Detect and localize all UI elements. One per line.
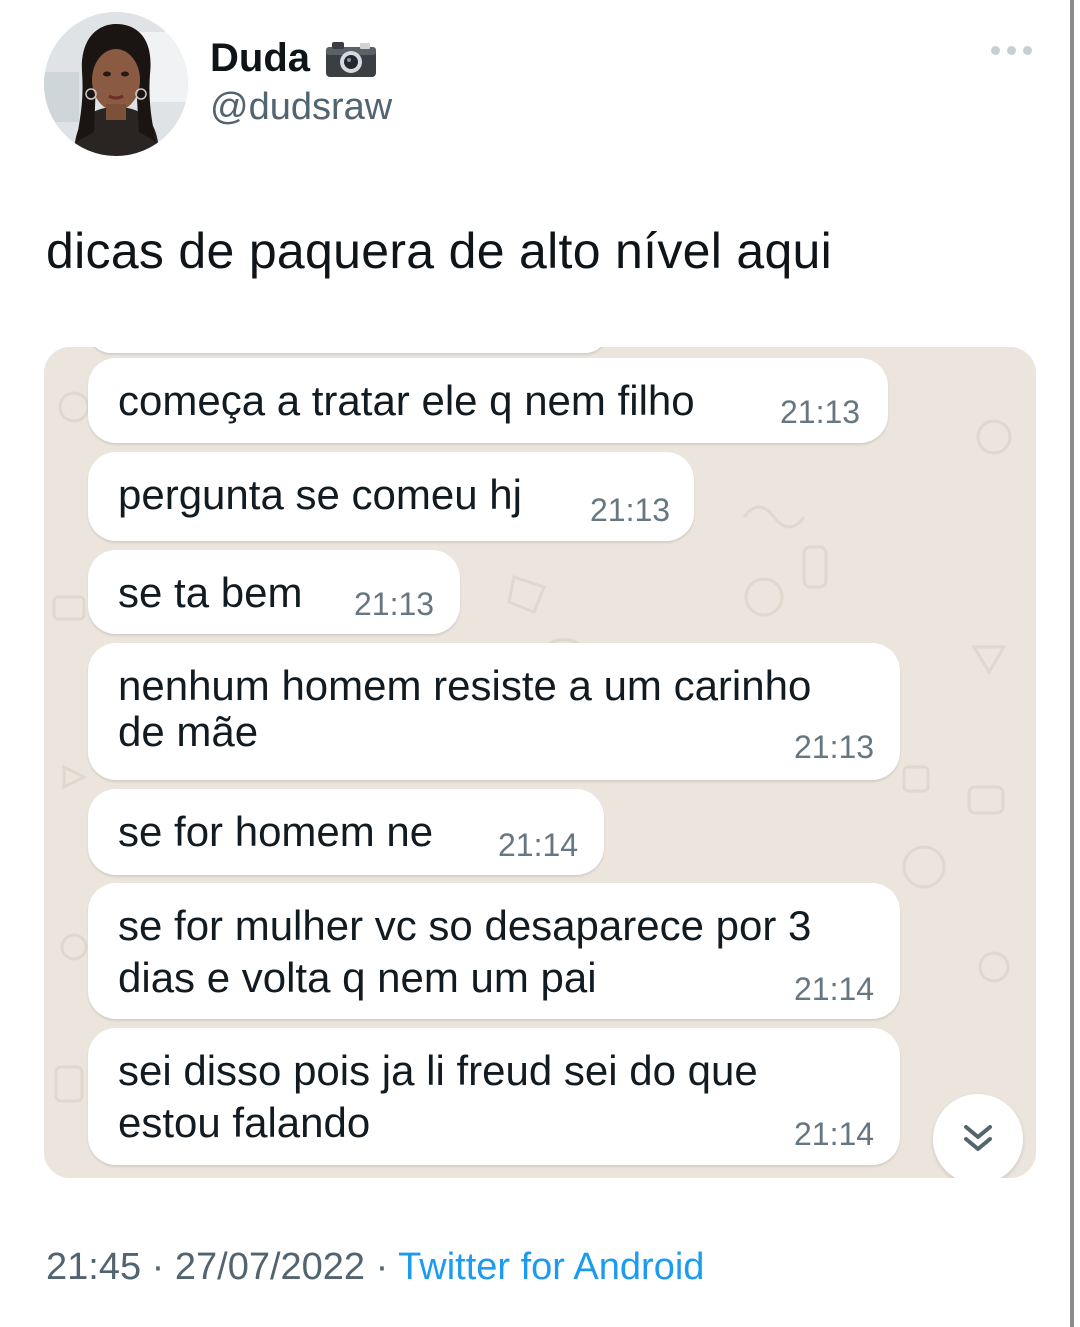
display-name[interactable]: Duda: [210, 36, 310, 81]
tweet-metadata: 21:45 · 27/07/2022 · Twitter for Android: [46, 1246, 704, 1289]
message-text-line-2: de mãe: [118, 708, 259, 755]
dot: [1023, 46, 1032, 55]
message-bubble[interactable]: pergunta se comeu hj 21:13: [88, 452, 694, 541]
more-options-icon[interactable]: [991, 46, 1032, 55]
dot: [991, 46, 1000, 55]
message-bubble[interactable]: se ta bem 21:13: [88, 550, 460, 634]
message-text-line-2: dias e volta q nem um pai: [118, 954, 597, 1001]
separator: ·: [375, 1246, 389, 1288]
tweet-screenshot: Duda @dudsraw dicas de paquera de alto n…: [0, 0, 1080, 1327]
user-handle[interactable]: @dudsraw: [210, 86, 392, 129]
message-text: se ta bem: [118, 569, 303, 616]
edge-divider: [1070, 0, 1074, 1327]
dot: [1007, 46, 1016, 55]
message-bubble[interactable]: sei disso pois ja li freud sei do que es…: [88, 1028, 900, 1165]
message-time: 21:13: [780, 394, 861, 430]
separator: ·: [151, 1246, 165, 1288]
camera-icon: [324, 39, 378, 79]
double-chevron-down-icon: [964, 1125, 992, 1151]
tweet-time[interactable]: 21:45: [46, 1246, 141, 1288]
attached-image[interactable]: começa a tratar ele q nem filho 21:13 pe…: [44, 347, 1036, 1178]
scroll-to-bottom-button[interactable]: [933, 1094, 1023, 1178]
message-time: 21:13: [590, 492, 671, 528]
message-bubble[interactable]: se for mulher vc so desaparece por 3 dia…: [88, 883, 900, 1019]
partial-message-bubble: [88, 347, 608, 353]
message-bubble[interactable]: se for homem ne 21:14: [88, 789, 604, 875]
tweet-source-link[interactable]: Twitter for Android: [398, 1246, 704, 1288]
message-time: 21:14: [498, 827, 579, 863]
message-time: 21:14: [794, 971, 875, 1007]
tweet-date[interactable]: 27/07/2022: [175, 1246, 365, 1288]
avatar[interactable]: [44, 12, 188, 156]
message-time: 21:14: [794, 1116, 875, 1152]
message-text: se for homem ne: [118, 808, 434, 855]
message-bubble[interactable]: começa a tratar ele q nem filho 21:13: [88, 358, 888, 443]
message-text-line-2: estou falando: [118, 1099, 371, 1146]
tweet-text: dicas de paquera de alto nível aqui: [46, 223, 833, 279]
display-name-row[interactable]: Duda: [210, 36, 378, 81]
message-text: começa a tratar ele q nem filho: [118, 377, 695, 424]
message-text: se for mulher vc so desaparece por 3: [118, 902, 812, 949]
message-text: sei disso pois ja li freud sei do que: [118, 1047, 758, 1094]
message-time: 21:13: [354, 586, 435, 622]
message-text: pergunta se comeu hj: [118, 471, 522, 518]
message-time: 21:13: [794, 729, 875, 765]
message-bubble[interactable]: nenhum homem resiste a um carinho de mãe…: [88, 643, 900, 780]
